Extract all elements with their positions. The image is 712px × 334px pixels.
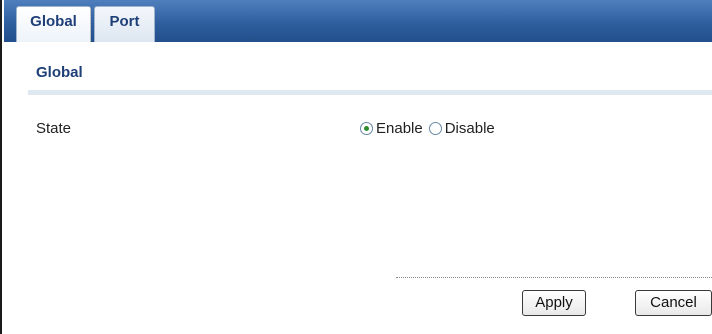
state-radio-group: Enable Disable (360, 120, 495, 137)
enable-radio-option[interactable]: Enable (360, 120, 423, 137)
config-panel: Global Port Global State Enable Disable … (0, 0, 712, 334)
disable-radio-label: Disable (444, 120, 495, 137)
apply-button[interactable]: Apply (522, 290, 586, 316)
state-label: State (36, 120, 72, 137)
section-divider (28, 90, 712, 95)
enable-radio-label: Enable (376, 120, 423, 137)
tab-bar: Global Port (4, 0, 712, 42)
global-settings-content: Global State Enable Disable Apply Cancel (4, 42, 712, 334)
disable-radio-button[interactable] (428, 122, 442, 135)
cancel-button[interactable]: Cancel (635, 290, 712, 316)
tab-global[interactable]: Global (16, 6, 91, 42)
disable-radio-option[interactable]: Disable (428, 120, 495, 137)
button-divider (396, 277, 712, 278)
enable-radio-button[interactable] (360, 122, 373, 135)
tab-port[interactable]: Port (94, 6, 155, 42)
section-title: Global (36, 64, 83, 81)
